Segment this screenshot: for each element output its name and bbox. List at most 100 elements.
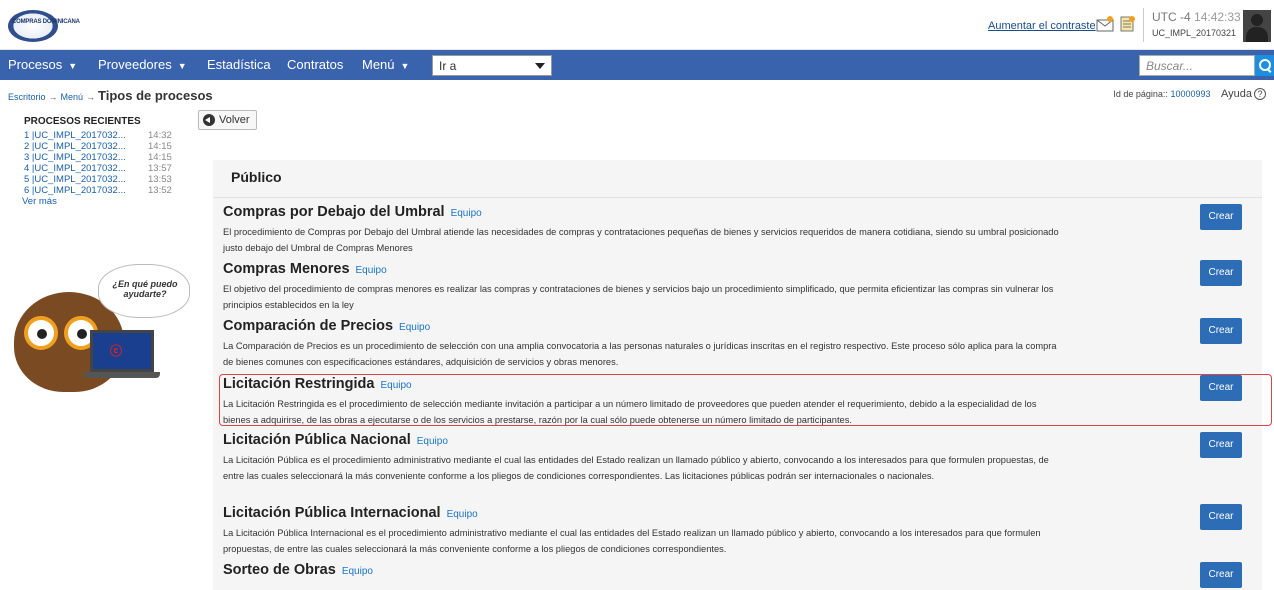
create-button[interactable]: Crear: [1200, 504, 1242, 530]
search-input[interactable]: Buscar...: [1139, 55, 1255, 76]
recent-label[interactable]: 6 |UC_IMPL_2017032...: [24, 185, 148, 196]
process-title: Sorteo de Obras Equipo: [223, 562, 373, 578]
clock: UTC -4 14:42:33: [1152, 10, 1241, 24]
process-title-text: Compras por Debajo del Umbral: [223, 204, 445, 220]
breadcrumb: Escritorio → Menú → Tipos de procesos: [8, 88, 213, 103]
equipo-link[interactable]: Equipo: [451, 208, 482, 219]
chevron-down-icon: ▼: [68, 61, 78, 71]
create-button[interactable]: Crear: [1200, 432, 1242, 458]
nav-estadistica[interactable]: Estadística: [207, 57, 271, 72]
help-link[interactable]: Ayuda?: [1221, 88, 1266, 100]
breadcrumb-arrow: →: [86, 92, 96, 102]
back-button[interactable]: Volver: [198, 110, 257, 130]
username: UC_IMPL_20170321: [1152, 28, 1237, 38]
create-button[interactable]: Crear: [1200, 375, 1242, 401]
list-item[interactable]: 4 |UC_IMPL_2017032... 13:57: [24, 163, 204, 174]
nav-contratos[interactable]: Contratos: [287, 57, 343, 72]
help-label: Ayuda: [1221, 88, 1252, 100]
goto-select-value: Ir a: [439, 59, 457, 73]
recent-label[interactable]: 3 |UC_IMPL_2017032...: [24, 152, 148, 163]
process-title-text: Licitación Pública Internacional: [223, 505, 441, 521]
process-title-text: Licitación Restringida: [223, 376, 375, 392]
header-divider: [1143, 8, 1144, 42]
process-title: Licitación Pública Internacional Equipo: [223, 505, 478, 521]
breadcrumb-arrow: →: [48, 92, 58, 102]
nav-estadistica-label: Estadística: [207, 57, 271, 72]
recent-time: 14:32: [148, 130, 172, 141]
process-title: Compras Menores Equipo: [223, 261, 387, 277]
page-title: Tipos de procesos: [98, 88, 213, 103]
compras-dominicana-logo[interactable]: [8, 10, 58, 42]
process-title-text: Sorteo de Obras: [223, 562, 336, 578]
recent-label[interactable]: 4 |UC_IMPL_2017032...: [24, 163, 148, 174]
back-button-label: Volver: [219, 114, 250, 126]
goto-select[interactable]: Ir a: [432, 55, 552, 76]
recent-time: 13:52: [148, 185, 172, 196]
current-time: 14:42:33: [1194, 10, 1241, 24]
process-types-panel: Público Compras por Debajo del Umbral Equ…: [213, 160, 1262, 590]
process-title-text: Licitación Pública Nacional: [223, 432, 411, 448]
notes-icon[interactable]: [1118, 16, 1136, 32]
page-id-value[interactable]: 10000993: [1170, 89, 1210, 99]
process-description: La Licitación Pública Internacional es e…: [223, 528, 1041, 554]
process-description: La Licitación Restringida es el procedim…: [223, 399, 1037, 425]
recent-time: 14:15: [148, 141, 172, 152]
list-item[interactable]: 5 |UC_IMPL_2017032... 13:53: [24, 174, 204, 185]
nav-proveedores-label: Proveedores: [98, 57, 172, 72]
process-title: Compras por Debajo del Umbral Equipo: [223, 204, 482, 220]
nav-procesos[interactable]: Procesos ▼: [8, 57, 77, 72]
create-button[interactable]: Crear: [1200, 562, 1242, 588]
process-description: La Licitación Pública es el procedimient…: [223, 455, 1049, 481]
back-arrow-icon: [203, 114, 215, 126]
breadcrumb-escritorio[interactable]: Escritorio: [8, 92, 46, 102]
owl-eye-icon: [24, 316, 58, 350]
help-assistant[interactable]: ⓒ ¿En qué puedo ayudarte?: [6, 262, 196, 392]
search-icon[interactable]: [1255, 55, 1274, 76]
process-title-text: Comparación de Precios: [223, 318, 394, 334]
recent-label[interactable]: 1 |UC_IMPL_2017032...: [24, 130, 148, 141]
recent-time: 13:53: [148, 174, 172, 185]
process-title-text: Compras Menores: [223, 261, 350, 277]
create-button[interactable]: Crear: [1200, 204, 1242, 230]
list-item[interactable]: 1 |UC_IMPL_2017032... 14:32: [24, 130, 204, 141]
process-description: El procedimiento de Compras por Debajo d…: [223, 227, 1059, 253]
laptop-logo-icon: ⓒ: [110, 344, 123, 358]
list-item[interactable]: 2 |UC_IMPL_2017032... 14:15: [24, 141, 204, 152]
panel-header: Público: [213, 160, 1262, 198]
create-button[interactable]: Crear: [1200, 260, 1242, 286]
recent-time: 14:15: [148, 152, 172, 163]
equipo-link[interactable]: Equipo: [399, 322, 430, 333]
increase-contrast-link[interactable]: Aumentar el contraste: [988, 20, 1096, 32]
help-icon: ?: [1254, 88, 1266, 100]
list-item[interactable]: 3 |UC_IMPL_2017032... 14:15: [24, 152, 204, 163]
top-header: COMPRAS DOMINICANA Aumentar el contraste…: [0, 0, 1274, 50]
list-item[interactable]: 6 |UC_IMPL_2017032... 13:52: [24, 185, 204, 196]
process-description: El objetivo del procedimiento de compras…: [223, 284, 1054, 310]
page-id-label: Id de página::: [1113, 89, 1168, 99]
laptop-base: [84, 372, 160, 378]
recent-label[interactable]: 2 |UC_IMPL_2017032...: [24, 141, 148, 152]
create-button[interactable]: Crear: [1200, 318, 1242, 344]
recent-label[interactable]: 5 |UC_IMPL_2017032...: [24, 174, 148, 185]
nav-proveedores[interactable]: Proveedores ▼: [98, 57, 187, 72]
equipo-link[interactable]: Equipo: [417, 436, 448, 447]
equipo-link[interactable]: Equipo: [380, 380, 411, 391]
equipo-link[interactable]: Equipo: [356, 265, 387, 276]
chevron-down-icon: ▼: [400, 61, 410, 71]
breadcrumb-menu[interactable]: Menú: [61, 92, 84, 102]
ver-mas-link[interactable]: Ver más: [22, 196, 57, 207]
user-avatar[interactable]: [1243, 10, 1271, 42]
nav-menu[interactable]: Menú ▼: [362, 57, 409, 72]
equipo-link[interactable]: Equipo: [342, 566, 373, 577]
process-title: Comparación de Precios Equipo: [223, 318, 430, 334]
process-title: Licitación Restringida Equipo: [223, 376, 412, 392]
process-description: La Comparación de Precios es un procedim…: [223, 341, 1057, 367]
process-title: Licitación Pública Nacional Equipo: [223, 432, 448, 448]
mail-icon[interactable]: [1096, 16, 1114, 32]
help-bubble-text: ¿En qué puedo ayudarte?: [112, 279, 178, 299]
recent-time: 13:57: [148, 163, 172, 174]
equipo-link[interactable]: Equipo: [447, 509, 478, 520]
recent-processes-title: PROCESOS RECIENTES: [24, 116, 141, 127]
nav-contratos-label: Contratos: [287, 57, 344, 72]
nav-procesos-label: Procesos: [8, 57, 63, 72]
